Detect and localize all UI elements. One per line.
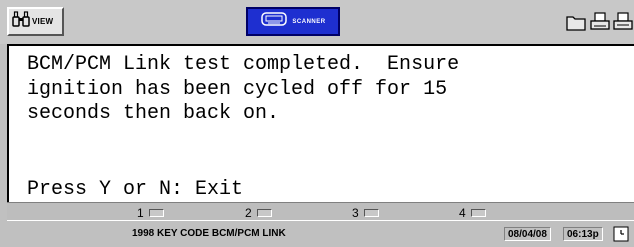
print-icon[interactable] [589,7,611,36]
view-button-label: VIEW [32,17,54,26]
indicator-led [148,208,164,217]
indicator-led [470,208,486,217]
scanner-display: BCM/PCM Link test completed. Ensure igni… [7,44,634,202]
function-key-3[interactable]: 3 [352,205,379,220]
binoculars-icon [12,11,30,32]
function-key-1[interactable]: 1 [137,205,164,220]
scanner-button[interactable]: SCANNER [246,7,340,36]
indicator-led [256,208,272,217]
scanner-icon [260,10,288,33]
display-line-3: seconds then back on. [27,102,280,125]
function-key-label: 3 [352,205,359,220]
status-time: 06:13p [563,227,603,241]
status-bar: 1998 KEY CODE BCM/PCM LINK 08/04/08 06:1… [7,223,634,244]
function-key-bar: 1 2 3 4 [7,202,634,221]
view-button[interactable]: VIEW [7,7,64,36]
function-key-4[interactable]: 4 [459,205,486,220]
indicator-led [363,208,379,217]
function-key-2[interactable]: 2 [245,205,272,220]
display-prompt-line: Press Y or N: Exit [27,178,244,201]
display-line-1: BCM/PCM Link test completed. Ensure [27,53,460,76]
folder-icon[interactable] [565,7,587,36]
toolbar: VIEW SCANNER [0,0,634,44]
display-line-2: ignition has been cycled off for 15 [27,78,448,101]
scanner-button-label: SCANNER [292,18,326,25]
status-date: 08/04/08 [504,227,551,241]
function-key-label: 4 [459,205,466,220]
test-title: 1998 KEY CODE BCM/PCM LINK [132,228,286,239]
function-key-label: 1 [137,205,144,220]
print-setup-icon[interactable] [613,7,634,36]
function-key-label: 2 [245,205,252,220]
